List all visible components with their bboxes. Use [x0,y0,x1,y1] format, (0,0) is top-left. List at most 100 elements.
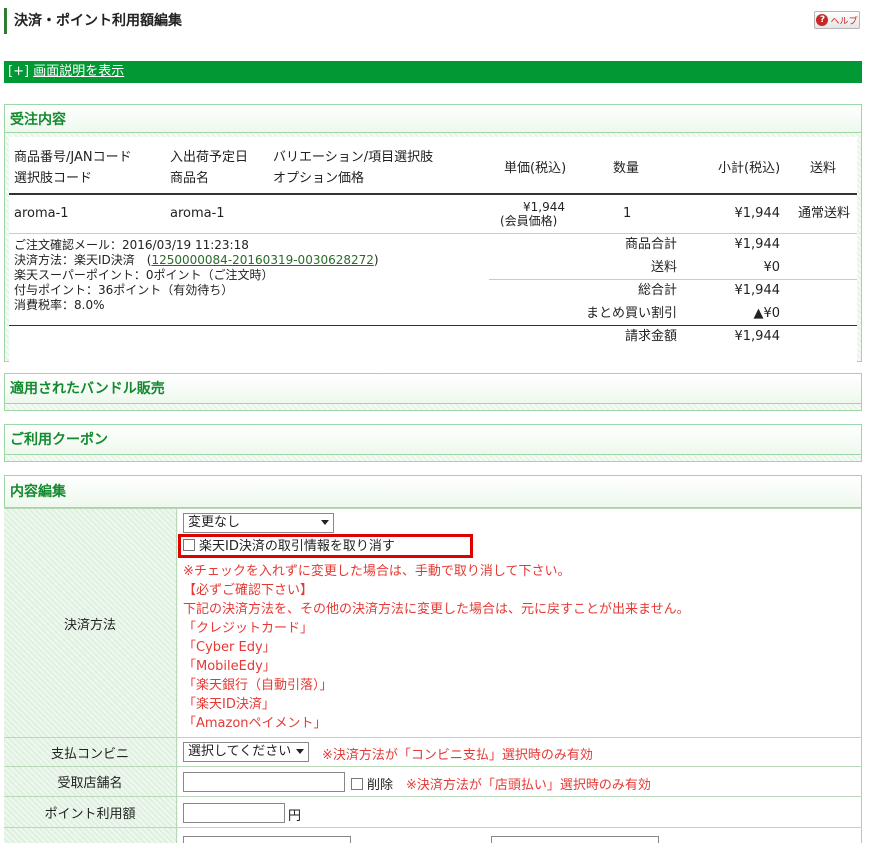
order-mail-date: ご注文確認メール：2016/03/19 11:23:18 [14,238,249,252]
point-usage-row: ポイント利用額 円 [4,796,862,827]
cancel-transaction-label: 楽天ID決済の取引情報を取り消す [199,539,395,554]
order-table: 商品番号/JANコード 選択肢コード 入出荷予定日 商品名 バリエーション/項目… [9,137,857,363]
payment-method-value: 変更なし 楽天ID決済の取引情報を取り消す ※チェックを入れずに変更した場合は、… [178,509,862,737]
note-confirm-heading: 【必ずご確認下さい】 [183,583,314,598]
next-row [4,827,862,843]
item-code: aroma-1 [14,206,69,221]
payment-method-row: 決済方法 変更なし 楽天ID決済の取引情報を取り消す ※チェックを入れずに変更し… [4,508,862,737]
order-section-title: 受注内容 [5,105,861,133]
summary-value-bulk-discount: ▲¥0 [753,306,780,321]
header-unit-price: 単価(税込) [504,161,567,176]
chevron-down-icon [321,520,329,525]
cancel-transaction-option[interactable]: 楽天ID決済の取引情報を取り消す [183,539,395,554]
payment-method-prefix: 決済方法：楽天ID決済 ( [14,253,152,267]
payment-method-selected: 変更なし [188,515,241,530]
summary-value-shipping: ¥0 [763,260,780,275]
item-name: aroma-1 [170,206,225,221]
transaction-link[interactable]: 1250000084-20160319-0030628272 [151,253,373,267]
help-button[interactable]: ? ヘルプ [814,11,860,29]
page-title: 決済・ポイント利用額編集 [4,8,182,34]
point-usage-unit: 円 [288,809,302,824]
payment-notes: ※チェックを入れずに変更した場合は、手動で取り消して下さい。 【必ずご確認下さい… [183,562,690,733]
super-point-info: 楽天スーパーポイント：0ポイント（ご注文時） [14,268,274,282]
tax-rate-info: 消費税率：8.0% [14,298,105,312]
convenience-store-label: 支払コンビニ [4,738,177,766]
billing-divider [9,325,857,326]
help-label: ヘルプ [830,16,858,27]
payment-method-label: 決済方法 [4,509,177,737]
summary-label-items: 商品合計 [624,237,677,252]
header-shipping: 送料 [810,161,837,176]
store-name-note: ※決済方法が「店頭払い」選択時のみ有効 [406,778,651,793]
bundle-section: 適用されたバンドル販売 [4,373,862,411]
item-quantity: 1 [623,206,632,221]
header-quantity: 数量 [613,161,640,176]
payment-method-info: 決済方法：楽天ID決済 (1250000084-20160319-0030628… [14,253,379,268]
chevron-down-icon [296,749,304,754]
payment-method-suffix: ) [373,253,379,267]
summary-label-billing: 請求金額 [624,329,677,344]
point-usage-label: ポイント利用額 [4,797,177,827]
note-rakuten-bank: 「楽天銀行（自動引落）」 [183,678,333,693]
item-price-note: (会員価格) [500,214,558,228]
expand-toggle[interactable]: [+] [8,64,29,79]
edit-section-title: 内容編集 [5,476,861,508]
header-product-code: 商品番号/JANコード [14,150,132,165]
point-usage-value: 円 [178,797,862,827]
header-ship-date: 入出荷予定日 [170,150,249,165]
store-name-input[interactable] [183,772,345,792]
convenience-store-note: ※決済方法が「コンビニ支払」選択時のみ有効 [322,748,593,763]
note-cyber-edy: 「Cyber Edy」 [183,640,276,655]
store-name-value: 削除 ※決済方法が「店頭払い」選択時のみ有効 [178,767,862,796]
summary-label-shipping: 送料 [650,260,677,275]
coupon-section: ご利用クーポン [4,424,862,462]
order-section: 受注内容 商品番号/JANコード 選択肢コード 入出荷予定日 商品名 バリエーシ… [4,104,862,363]
next-row-value [178,828,862,843]
grant-point-info: 付与ポイント：36ポイント（有効待ち） [14,283,234,297]
screen-description-bar: [+] 画面説明を表示 [4,61,862,83]
store-name-row: 受取店舗名 削除 ※決済方法が「店頭払い」選択時のみ有効 [4,766,862,796]
note-amazon-pay: 「Amazonペイメント」 [183,716,327,731]
next-row-label [4,828,177,843]
payment-method-select[interactable]: 変更なし [183,513,334,533]
store-name-delete-checkbox[interactable] [351,778,363,790]
note-mobile-edy: 「MobileEdy」 [183,659,276,674]
cancel-transaction-area: 楽天ID決済の取引情報を取り消す [178,534,473,558]
point-usage-input[interactable] [183,803,285,823]
item-divider [9,233,857,234]
store-name-delete-label: 削除 [367,778,394,793]
help-icon: ? [816,14,829,26]
note-irreversible: 下記の決済方法を、その他の決済方法に変更した場合は、元に戻すことが出来ません。 [183,602,690,617]
convenience-store-row: 支払コンビニ 選択してください ※決済方法が「コンビニ支払」選択時のみ有効 [4,737,862,766]
next-row-input-2[interactable] [491,836,659,843]
summary-value-total: ¥1,944 [734,283,781,298]
item-subtotal: ¥1,944 [734,206,781,221]
store-name-delete-option[interactable]: 削除 [351,774,393,793]
header-divider [9,193,857,195]
note-credit-card: 「クレジットカード」 [183,621,314,636]
note-rakuten-id: 「楽天ID決済」 [183,697,275,712]
header-option-price: オプション価格 [273,171,365,186]
header-variation: バリエーション/項目選択肢 [273,150,434,165]
convenience-store-select[interactable]: 選択してください [183,742,309,762]
summary-label-total: 総合計 [637,283,677,298]
header-option-code: 選択肢コード [14,171,93,186]
show-description-link[interactable]: 画面説明を表示 [33,64,124,79]
bundle-section-title: 適用されたバンドル販売 [5,374,861,404]
note-manual-cancel: ※チェックを入れずに変更した場合は、手動で取り消して下さい。 [183,564,571,579]
convenience-store-value: 選択してください ※決済方法が「コンビニ支払」選択時のみ有効 [178,738,862,766]
item-shipping: 通常送料 [798,206,851,221]
header-product-name: 商品名 [170,171,210,186]
item-price: ¥1,944 [523,200,565,214]
page-header: 決済・ポイント利用額編集 ? ヘルプ [4,8,862,36]
convenience-store-selected: 選択してください [188,744,292,759]
summary-value-items: ¥1,944 [734,237,781,252]
cancel-transaction-checkbox[interactable] [183,539,195,551]
summary-label-bulk-discount: まとめ買い割引 [585,306,677,321]
coupon-section-title: ご利用クーポン [5,425,861,455]
store-name-label: 受取店舗名 [4,767,177,796]
header-subtotal: 小計(税込) [718,161,781,176]
summary-value-billing: ¥1,944 [734,329,781,344]
summary-divider [489,279,857,280]
next-row-input-1[interactable] [183,836,351,843]
